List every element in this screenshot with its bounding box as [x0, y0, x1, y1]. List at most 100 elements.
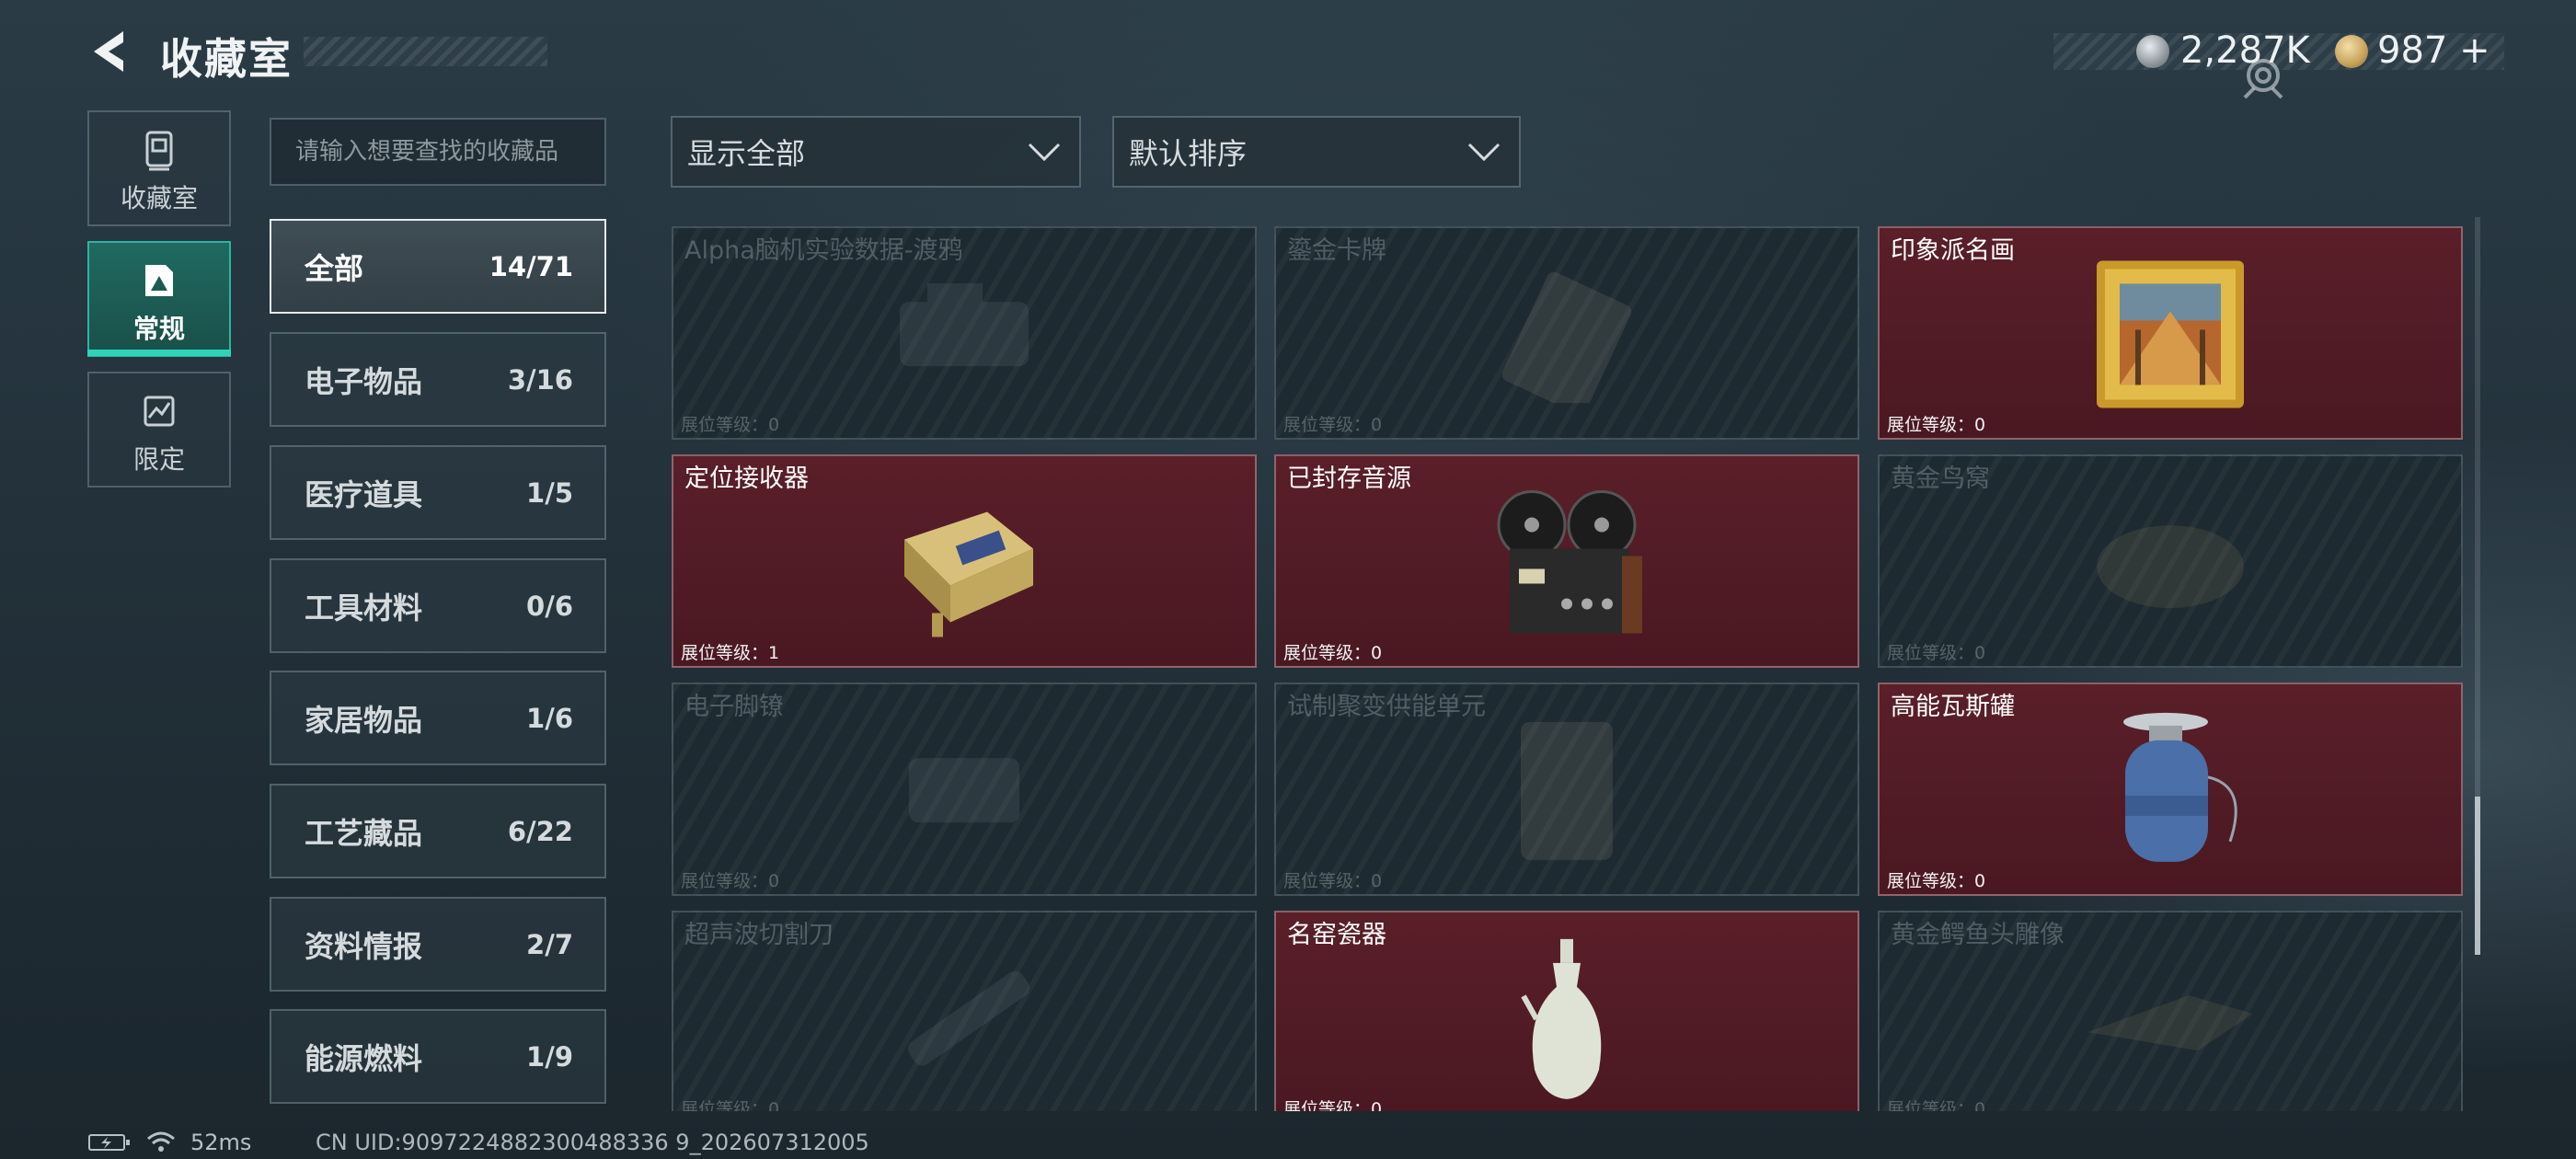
- item-image: [1466, 265, 1668, 415]
- collection-grid: Alpha脑机实验数据-渡鸦 展位等级：0 鎏金卡牌 展位等级：0 印象派名画 展位等级：…: [670, 224, 2464, 1111]
- item-image: [872, 949, 1056, 1091]
- wifi-icon: [147, 1131, 175, 1152]
- item-image: [2069, 949, 2271, 1091]
- category-name: 能源燃料: [305, 1040, 423, 1076]
- impressionist-painting-icon: [2097, 260, 2244, 408]
- item-name: 黄金鸟窝: [1891, 465, 1990, 493]
- filter-dropdown-label: 显示全部: [687, 136, 806, 171]
- gold-coin-icon: [2335, 35, 2368, 68]
- add-currency-button[interactable]: +: [2459, 29, 2490, 72]
- collection-item-card[interactable]: 已封存音源展位等级：0: [1274, 454, 1859, 668]
- collection-item-card[interactable]: 名窑瓷器展位等级：0: [1274, 911, 1859, 1111]
- collection-item-card[interactable]: 黄金鳄鱼头雕像 展位等级：0: [1878, 911, 2463, 1111]
- item-name: 高能瓦斯罐: [1891, 693, 2015, 721]
- item-name: 电子脚镣: [684, 693, 784, 721]
- item-name: 黄金鳄鱼头雕像: [1891, 921, 2064, 949]
- item-image: [1493, 704, 1640, 882]
- item-name: 定位接收器: [684, 465, 809, 493]
- category-name: 工艺藏品: [305, 815, 423, 851]
- ultrasonic-cutter-icon: [907, 970, 1030, 1066]
- collection-item-card[interactable]: 定位接收器 展位等级：1: [672, 454, 1257, 668]
- scrollbar-thumb[interactable]: [2475, 797, 2480, 955]
- chevron-down-icon: [1467, 143, 1501, 162]
- item-name: 已封存音源: [1287, 465, 1411, 493]
- gilded-card-icon: [1501, 271, 1632, 415]
- porcelain-vase-icon: [1521, 938, 1602, 1099]
- nav-label: 限定: [132, 444, 185, 475]
- collection-item-card[interactable]: 黄金鸟窝展位等级：0: [1878, 454, 2463, 668]
- item-booth-level: 展位等级：0: [681, 871, 780, 891]
- item-name: 印象派名画: [1891, 236, 2015, 265]
- gold-currency-display[interactable]: 987 +: [2377, 29, 2490, 72]
- electronic-shackle-icon: [909, 758, 1019, 823]
- status-bar: 52ms: [87, 1130, 251, 1155]
- item-image: [2092, 256, 2248, 416]
- category-count: 3/16: [507, 363, 573, 396]
- item-name: 试制聚变供能单元: [1287, 693, 1486, 721]
- collection-item-card[interactable]: 电子脚镣展位等级：0: [672, 683, 1257, 896]
- item-booth-level: 展位等级：0: [681, 1099, 780, 1111]
- fusion-power-unit-icon: [1521, 721, 1613, 860]
- item-booth-level: 展位等级：0: [1283, 871, 1383, 891]
- category-item[interactable]: 能源燃料 1/9: [270, 1009, 606, 1104]
- nav-collection-room[interactable]: 收藏室: [87, 110, 231, 226]
- category-count: 6/22: [507, 815, 573, 847]
- nav-regular[interactable]: 常规: [87, 241, 231, 357]
- category-count: 1/6: [526, 702, 573, 734]
- item-image: [2092, 704, 2248, 882]
- category-item[interactable]: 电子物品 3/16: [270, 332, 606, 427]
- category-name: 资料情报: [305, 928, 423, 964]
- nav-label: 收藏室: [120, 183, 198, 213]
- locator-receiver-icon: [904, 511, 1033, 637]
- category-count: 0/6: [526, 590, 573, 622]
- category-item[interactable]: 工具材料 0/6: [270, 558, 606, 653]
- category-name: 工具材料: [305, 590, 423, 625]
- camera-view-icon[interactable]: [2237, 52, 2289, 103]
- category-count: 14/71: [489, 250, 573, 282]
- item-booth-level: 展位等级：0: [1283, 643, 1383, 663]
- item-image: [1516, 932, 1617, 1110]
- category-item[interactable]: 家居物品 1/6: [270, 671, 606, 765]
- category-item[interactable]: 全部 14/71: [270, 219, 606, 314]
- sort-dropdown[interactable]: 默认排序: [1112, 116, 1521, 188]
- nav-limited[interactable]: 限定: [87, 372, 231, 488]
- search-input[interactable]: [271, 120, 604, 184]
- category-item[interactable]: 资料情报 2/7: [270, 897, 606, 992]
- category-name: 医疗道具: [305, 476, 423, 512]
- item-booth-level: 展位等级：0: [1283, 1099, 1383, 1111]
- collection-item-card[interactable]: Alpha脑机实验数据-渡鸦 展位等级：0: [672, 226, 1257, 440]
- collection-item-card[interactable]: 超声波切割刀展位等级：0: [672, 911, 1257, 1111]
- collection-item-card[interactable]: 高能瓦斯罐展位等级：0: [1878, 683, 2463, 896]
- search-box[interactable]: [270, 118, 606, 186]
- category-count: 2/7: [526, 928, 573, 960]
- item-booth-level: 展位等级：0: [1887, 871, 1986, 891]
- filter-dropdown[interactable]: 显示全部: [671, 116, 1081, 188]
- item-booth-level: 展位等级：0: [1887, 643, 1986, 663]
- active-indicator: [87, 350, 231, 356]
- limited-icon: [144, 396, 175, 427]
- page-title: 收藏室: [160, 34, 293, 84]
- item-image: [2078, 493, 2262, 635]
- category-count: 1/5: [526, 476, 573, 509]
- item-booth-level: 展位等级：0: [681, 415, 780, 435]
- gas-canister-icon: [2123, 712, 2237, 862]
- collection-item-card[interactable]: 印象派名画 展位等级：0: [1878, 226, 2463, 440]
- item-image: [872, 721, 1056, 863]
- silver-coin-icon: [2136, 35, 2169, 68]
- item-name: 超声波切割刀: [684, 921, 834, 949]
- brain-data-device-icon: [900, 283, 1029, 367]
- title-decoration: [304, 37, 547, 66]
- uid-text: CN UID:9097224882300488336 9_20260731200…: [316, 1130, 869, 1155]
- golden-crocodile-statue-icon: [2087, 995, 2253, 1051]
- collection-item-card[interactable]: 鎏金卡牌 展位等级：0: [1274, 226, 1859, 440]
- collection-item-card[interactable]: 试制聚变供能单元展位等级：0: [1274, 683, 1859, 896]
- battery-charging-icon: [88, 1134, 130, 1151]
- reel-tape-recorder-icon: [1497, 489, 1642, 634]
- back-arrow-icon[interactable]: [88, 28, 134, 75]
- category-item[interactable]: 医疗道具 1/5: [270, 445, 606, 540]
- category-item[interactable]: 工艺藏品 6/22: [270, 784, 606, 878]
- item-name: 名窑瓷器: [1287, 921, 1386, 949]
- regular-icon: [145, 265, 173, 296]
- gold-currency-value: 987: [2377, 29, 2448, 72]
- item-image: [863, 265, 1065, 407]
